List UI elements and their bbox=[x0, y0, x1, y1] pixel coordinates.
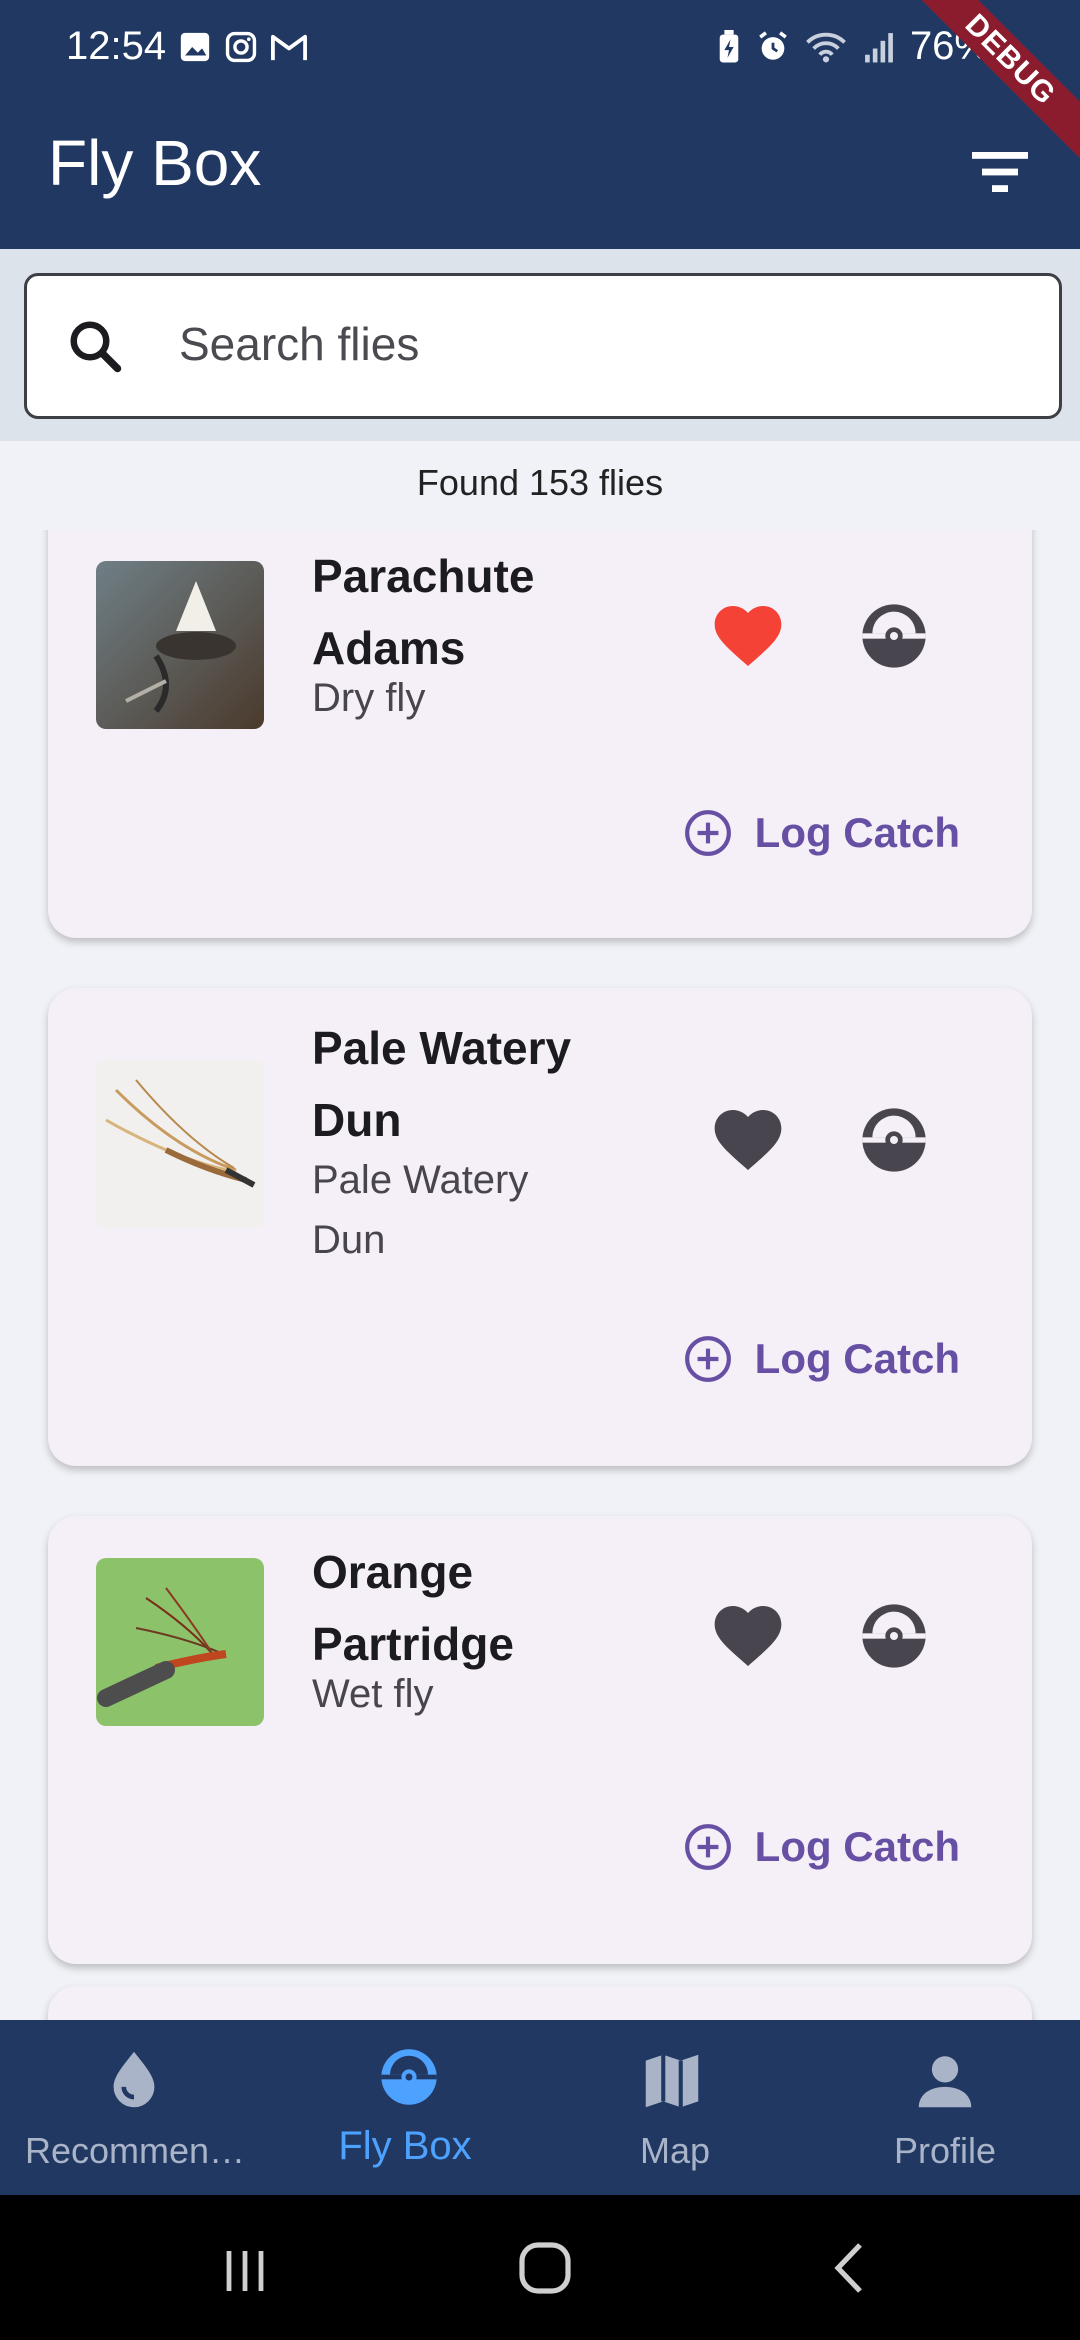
fly-thumbnail bbox=[96, 1060, 264, 1228]
favorite-button[interactable] bbox=[708, 596, 788, 676]
add-circle-icon bbox=[684, 810, 731, 856]
home-icon bbox=[519, 2242, 571, 2294]
favorite-button[interactable] bbox=[708, 1100, 788, 1180]
nav-fly-box[interactable]: Fly Box bbox=[270, 2020, 540, 2195]
nav-map[interactable]: Map bbox=[540, 2020, 810, 2195]
search-box[interactable] bbox=[24, 273, 1062, 419]
fly-name: Parachute Adams bbox=[312, 550, 535, 674]
person-icon bbox=[918, 2056, 972, 2108]
map-icon bbox=[645, 2054, 699, 2108]
add-to-box-button[interactable] bbox=[854, 1100, 934, 1180]
fly-card[interactable]: Pale Watery Dun Pale Watery Dun Log Catc… bbox=[48, 988, 1032, 1466]
nav-label: Map bbox=[639, 2130, 711, 2171]
recent-apps-button[interactable] bbox=[205, 2235, 285, 2305]
nav-label: Profile bbox=[893, 2130, 997, 2171]
fly-card[interactable]: Parachute Adams Dry fly Log Catch bbox=[48, 530, 1032, 938]
add-to-box-button[interactable] bbox=[854, 1596, 934, 1676]
gmail-icon bbox=[271, 34, 307, 61]
heart-icon bbox=[714, 606, 782, 666]
nav-recommendations[interactable]: Recommen… bbox=[0, 2020, 270, 2195]
fly-box-icon bbox=[862, 604, 926, 668]
fly-card[interactable] bbox=[48, 1986, 1032, 2020]
wifi-icon bbox=[806, 32, 846, 62]
back-icon bbox=[834, 2243, 862, 2293]
log-catch-label: Log Catch bbox=[754, 1823, 960, 1870]
fly-thumbnail bbox=[96, 561, 264, 729]
fly-card[interactable]: Orange Partridge Wet fly Log Catch bbox=[48, 1516, 1032, 1964]
back-button[interactable] bbox=[810, 2233, 890, 2303]
results-count: Found 153 flies bbox=[416, 462, 664, 503]
fly-name: Pale Watery Dun bbox=[312, 1022, 572, 1146]
log-catch-label: Log Catch bbox=[754, 1335, 960, 1382]
favorite-button[interactable] bbox=[708, 1596, 788, 1676]
search-area bbox=[0, 249, 1080, 441]
fly-type: Pale Watery Dun bbox=[312, 1158, 529, 1262]
app-bar: Fly Box bbox=[0, 104, 1080, 249]
instagram-icon bbox=[225, 31, 257, 63]
bottom-navigation: Recommen… Fly Box Map Profile bbox=[0, 2020, 1080, 2195]
fly-box-icon bbox=[862, 1604, 926, 1668]
gallery-icon bbox=[180, 32, 210, 62]
signal-icon bbox=[865, 32, 893, 62]
alarm-icon bbox=[759, 30, 787, 60]
battery-saver-icon bbox=[719, 29, 739, 62]
fly-box-icon bbox=[381, 2049, 437, 2105]
search-icon bbox=[70, 321, 122, 373]
add-to-box-button[interactable] bbox=[854, 596, 934, 676]
heart-icon bbox=[714, 1110, 782, 1170]
nav-label: Recommen… bbox=[24, 2130, 246, 2171]
system-navigation-bar bbox=[0, 2195, 1080, 2340]
home-button[interactable] bbox=[500, 2233, 590, 2303]
fly-name: Orange Partridge bbox=[312, 1546, 514, 1670]
battery-percentage: 76% bbox=[909, 24, 990, 68]
filter-icon bbox=[972, 152, 1028, 192]
fly-thumbnail bbox=[96, 1558, 264, 1726]
log-catch-button[interactable]: Log Catch bbox=[683, 798, 960, 868]
fly-type: Dry fly bbox=[312, 676, 426, 720]
water-drop-icon bbox=[113, 2051, 155, 2108]
log-catch-button[interactable]: Log Catch bbox=[683, 1324, 960, 1394]
status-time: 12:54 bbox=[66, 24, 167, 68]
add-circle-icon bbox=[684, 1336, 731, 1382]
filter-button[interactable] bbox=[960, 132, 1040, 212]
heart-icon bbox=[714, 1606, 782, 1666]
add-circle-icon bbox=[684, 1824, 731, 1870]
nav-profile[interactable]: Profile bbox=[810, 2020, 1080, 2195]
fly-list[interactable]: Parachute Adams Dry fly Log Catch Pale W… bbox=[0, 530, 1080, 2020]
log-catch-label: Log Catch bbox=[754, 809, 960, 856]
nav-label: Fly Box bbox=[338, 2124, 472, 2168]
fly-box-icon bbox=[862, 1108, 926, 1172]
search-input[interactable] bbox=[177, 308, 1001, 380]
recent-apps-icon bbox=[226, 2251, 264, 2291]
log-catch-button[interactable]: Log Catch bbox=[683, 1812, 960, 1882]
page-title: Fly Box bbox=[48, 127, 262, 199]
status-bar: 12:54 76% bbox=[0, 0, 1080, 104]
fly-type: Wet fly bbox=[312, 1672, 434, 1716]
